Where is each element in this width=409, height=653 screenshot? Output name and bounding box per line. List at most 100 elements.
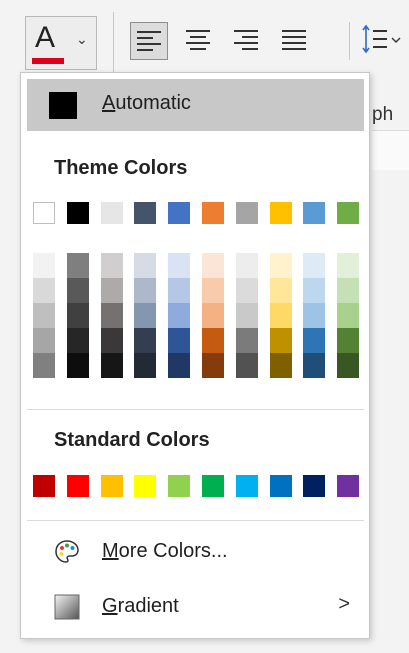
theme-shade-swatch[interactable] (236, 278, 258, 303)
document-area (372, 130, 409, 170)
theme-shade-swatch[interactable] (270, 353, 292, 378)
theme-shade-swatch[interactable] (134, 303, 156, 328)
theme-shade-swatch[interactable] (337, 253, 359, 278)
paragraph-group-label: ph (372, 104, 394, 125)
theme-shade-swatch[interactable] (33, 253, 55, 278)
theme-shade-swatch[interactable] (33, 353, 55, 378)
theme-color-swatch[interactable] (134, 202, 156, 224)
theme-shade-swatch[interactable] (67, 353, 89, 378)
justify-button[interactable] (276, 22, 314, 60)
ribbon: A ⌄ ph (0, 0, 409, 170)
standard-color-swatch[interactable] (337, 475, 359, 497)
more-colors-label: More Colors... (102, 540, 228, 562)
standard-color-swatch[interactable] (67, 475, 89, 497)
theme-shade-swatch[interactable] (67, 253, 89, 278)
divider (27, 409, 364, 410)
font-color-button[interactable]: A ⌄ (25, 16, 97, 70)
theme-shade-swatch[interactable] (236, 253, 258, 278)
theme-shade-swatch[interactable] (337, 303, 359, 328)
palette-icon (55, 540, 79, 563)
theme-shade-swatch[interactable] (33, 303, 55, 328)
theme-shade-swatch[interactable] (134, 278, 156, 303)
theme-shade-swatch[interactable] (303, 278, 325, 303)
theme-shade-swatch[interactable] (101, 328, 123, 353)
theme-shade-swatch[interactable] (202, 328, 224, 353)
standard-color-swatch[interactable] (236, 475, 258, 497)
theme-color-swatch[interactable] (168, 202, 190, 224)
standard-color-swatch[interactable] (202, 475, 224, 497)
theme-color-swatch[interactable] (202, 202, 224, 224)
automatic-color-item[interactable]: Automatic (27, 79, 364, 131)
line-spacing-icon (362, 24, 401, 54)
theme-color-swatch[interactable] (67, 202, 89, 224)
standard-color-swatch[interactable] (168, 475, 190, 497)
ribbon-separator (113, 12, 114, 72)
theme-color-swatch[interactable] (337, 202, 359, 224)
theme-shade-swatch[interactable] (101, 353, 123, 378)
theme-shade-swatch[interactable] (134, 328, 156, 353)
theme-shade-swatch[interactable] (337, 328, 359, 353)
theme-color-swatch[interactable] (101, 202, 123, 224)
theme-shade-swatch[interactable] (101, 278, 123, 303)
standard-color-swatch[interactable] (270, 475, 292, 497)
font-color-dropdown: Automatic Theme Colors Standard Colors M… (20, 72, 370, 639)
automatic-color-swatch (49, 92, 77, 119)
theme-color-swatch[interactable] (33, 202, 55, 224)
automatic-label: Automatic (102, 92, 191, 114)
theme-shade-swatch[interactable] (67, 303, 89, 328)
theme-shade-swatch[interactable] (202, 353, 224, 378)
theme-shade-swatch[interactable] (270, 328, 292, 353)
theme-shade-swatch[interactable] (303, 253, 325, 278)
gradient-icon (54, 594, 80, 620)
theme-shade-swatch[interactable] (303, 303, 325, 328)
theme-shade-swatch[interactable] (168, 353, 190, 378)
theme-shade-swatch[interactable] (168, 278, 190, 303)
font-color-letter: A (35, 21, 56, 54)
divider (27, 520, 364, 521)
theme-shade-swatch[interactable] (270, 278, 292, 303)
theme-shade-swatch[interactable] (101, 253, 123, 278)
theme-shade-swatch[interactable] (236, 328, 258, 353)
theme-shade-swatch[interactable] (134, 353, 156, 378)
theme-shade-swatch[interactable] (33, 328, 55, 353)
theme-color-swatch[interactable] (303, 202, 325, 224)
standard-colors-header: Standard Colors (54, 429, 210, 451)
gradient-item[interactable]: Gradient > (27, 585, 364, 629)
standard-color-swatch[interactable] (101, 475, 123, 497)
theme-shade-swatch[interactable] (337, 353, 359, 378)
theme-shade-swatch[interactable] (134, 253, 156, 278)
theme-shade-swatch[interactable] (202, 278, 224, 303)
chevron-right-icon: > (338, 593, 350, 615)
theme-shade-swatch[interactable] (202, 303, 224, 328)
standard-color-swatch[interactable] (303, 475, 325, 497)
standard-color-swatch[interactable] (33, 475, 55, 497)
theme-shade-swatch[interactable] (168, 328, 190, 353)
line-spacing-button[interactable] (355, 22, 405, 60)
theme-shade-swatch[interactable] (101, 303, 123, 328)
standard-color-swatch[interactable] (134, 475, 156, 497)
gradient-label: Gradient (102, 595, 179, 617)
theme-shade-swatch[interactable] (67, 328, 89, 353)
theme-shade-swatch[interactable] (270, 303, 292, 328)
theme-shade-swatch[interactable] (168, 303, 190, 328)
theme-shade-swatch[interactable] (303, 328, 325, 353)
theme-color-swatch[interactable] (270, 202, 292, 224)
ribbon-separator (349, 22, 350, 60)
align-left-button[interactable] (130, 22, 168, 60)
theme-colors-header: Theme Colors (54, 157, 188, 179)
theme-shade-swatch[interactable] (236, 353, 258, 378)
chevron-down-icon[interactable]: ⌄ (76, 31, 88, 48)
theme-shade-swatch[interactable] (270, 253, 292, 278)
font-color-indicator (32, 58, 64, 64)
theme-shade-swatch[interactable] (303, 353, 325, 378)
theme-shade-swatch[interactable] (168, 253, 190, 278)
align-right-button[interactable] (228, 22, 266, 60)
theme-shade-swatch[interactable] (236, 303, 258, 328)
theme-shade-swatch[interactable] (33, 278, 55, 303)
theme-shade-swatch[interactable] (337, 278, 359, 303)
theme-shade-swatch[interactable] (67, 278, 89, 303)
theme-shade-swatch[interactable] (202, 253, 224, 278)
theme-color-swatch[interactable] (236, 202, 258, 224)
align-center-button[interactable] (180, 22, 218, 60)
more-colors-item[interactable]: More Colors... (27, 530, 364, 574)
